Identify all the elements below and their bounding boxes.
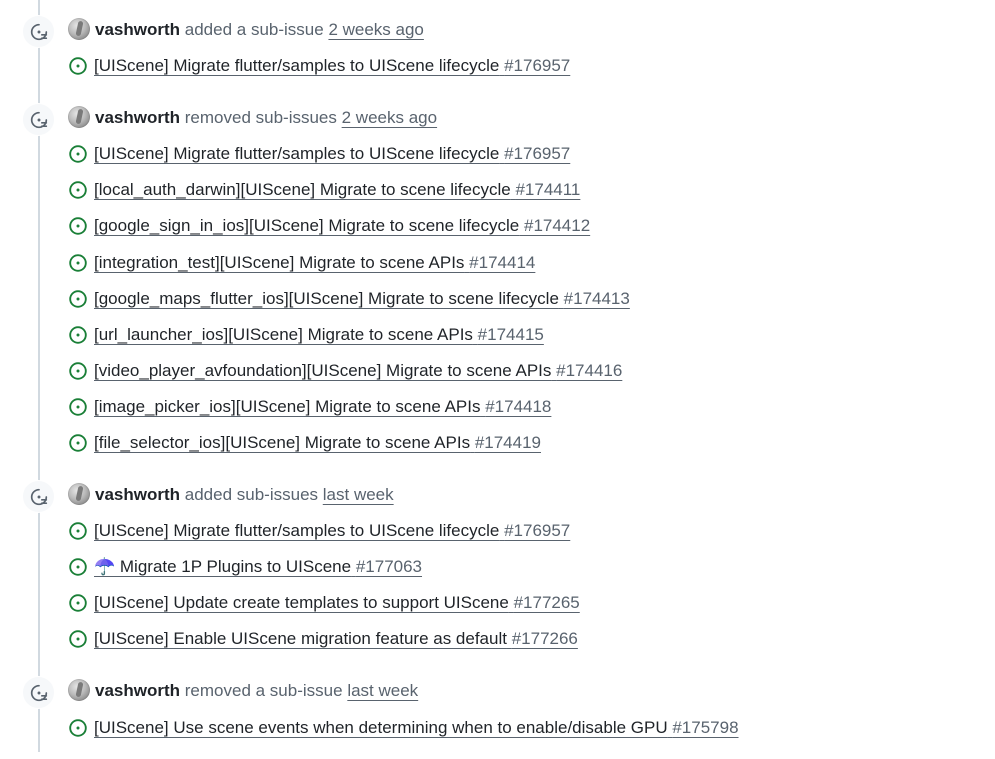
issue-title: [google_sign_in_ios][UIScene] Migrate to… <box>94 216 520 235</box>
issue-link[interactable]: [UIScene] Migrate flutter/samples to UIS… <box>94 56 570 76</box>
issue-opened-icon <box>69 290 87 308</box>
issue-link[interactable]: [UIScene] Use scene events when determin… <box>94 718 739 738</box>
issue-link[interactable]: [image_picker_ios][UIScene] Migrate to s… <box>94 397 551 417</box>
issue-title: [file_selector_ios][UIScene] Migrate to … <box>94 433 471 452</box>
issue-opened-icon <box>69 145 87 163</box>
issue-title: ☂️ Migrate 1P Plugins to UIScene <box>94 557 352 576</box>
author-link[interactable]: vashworth <box>95 485 180 504</box>
issue-opened-icon <box>69 398 87 416</box>
timestamp-link[interactable]: last week <box>323 485 394 504</box>
issue-title: [UIScene] Migrate flutter/samples to UIS… <box>94 56 500 75</box>
list-item: [UIScene] Update create templates to sup… <box>68 591 580 615</box>
issue-opened-icon <box>69 522 87 540</box>
issue-number: #174419 <box>474 433 541 452</box>
avatar[interactable] <box>68 106 90 128</box>
issue-link[interactable]: [video_player_avfoundation][UIScene] Mig… <box>94 361 622 381</box>
avatar[interactable] <box>68 18 90 40</box>
issue-title: [local_auth_darwin][UIScene] Migrate to … <box>94 180 511 199</box>
issue-number: #174415 <box>477 325 544 344</box>
issue-opened-icon <box>69 57 87 75</box>
issue-title: [google_maps_flutter_ios][UIScene] Migra… <box>94 289 559 308</box>
issue-title: [video_player_avfoundation][UIScene] Mig… <box>94 361 552 380</box>
issue-title: [UIScene] Update create templates to sup… <box>94 593 509 612</box>
issue-number: #176957 <box>504 144 571 163</box>
issue-title: [image_picker_ios][UIScene] Migrate to s… <box>94 397 481 416</box>
event-action: removed a sub-issue <box>184 681 343 700</box>
issue-title: [integration_test][UIScene] Migrate to s… <box>94 253 465 272</box>
issue-number: #174411 <box>515 180 581 199</box>
issue-number: #176957 <box>504 521 571 540</box>
issue-opened-icon <box>69 719 87 737</box>
event-header: vashworth added a sub-issue 2 weeks ago <box>95 18 424 42</box>
issue-opened-icon <box>69 558 87 576</box>
issue-link[interactable]: [url_launcher_ios][UIScene] Migrate to s… <box>94 325 544 345</box>
issue-number: #177266 <box>511 629 578 648</box>
list-item: [UIScene] Use scene events when determin… <box>68 716 739 740</box>
avatar[interactable] <box>68 679 90 701</box>
sub-issue-icon <box>22 480 55 513</box>
issue-title: [UIScene] Use scene events when determin… <box>94 718 668 737</box>
list-item: [google_maps_flutter_ios][UIScene] Migra… <box>68 287 630 311</box>
list-item: [UIScene] Migrate flutter/samples to UIS… <box>68 519 570 543</box>
issue-title: [url_launcher_ios][UIScene] Migrate to s… <box>94 325 473 344</box>
event-header: vashworth removed sub-issues 2 weeks ago <box>95 106 437 130</box>
issue-number: #177063 <box>355 557 423 576</box>
sub-issue-icon <box>22 103 55 136</box>
issue-title: [UIScene] Enable UIScene migration featu… <box>94 629 507 648</box>
issue-number: #174413 <box>563 289 630 308</box>
sub-issue-icon <box>22 676 55 709</box>
list-item: [UIScene] Enable UIScene migration featu… <box>68 627 578 651</box>
event-header: vashworth added sub-issues last week <box>95 483 394 507</box>
issue-link[interactable]: [UIScene] Migrate flutter/samples to UIS… <box>94 521 570 541</box>
event-header: vashworth removed a sub-issue last week <box>95 679 418 703</box>
issue-opened-icon <box>69 362 87 380</box>
list-item: [video_player_avfoundation][UIScene] Mig… <box>68 359 622 383</box>
timestamp-link[interactable]: 2 weeks ago <box>328 20 423 39</box>
list-item: [url_launcher_ios][UIScene] Migrate to s… <box>68 323 544 347</box>
author-link[interactable]: vashworth <box>95 20 180 39</box>
issue-opened-icon <box>69 181 87 199</box>
list-item: [local_auth_darwin][UIScene] Migrate to … <box>68 178 580 202</box>
list-item: ☂️ Migrate 1P Plugins to UIScene #177063 <box>68 555 422 579</box>
issue-number: #174416 <box>556 361 623 380</box>
list-item: [google_sign_in_ios][UIScene] Migrate to… <box>68 214 590 238</box>
issue-opened-icon <box>69 217 87 235</box>
author-link[interactable]: vashworth <box>95 108 180 127</box>
list-item: [image_picker_ios][UIScene] Migrate to s… <box>68 395 551 419</box>
issue-number: #174412 <box>523 216 591 235</box>
issue-opened-icon <box>69 326 87 344</box>
issue-link[interactable]: [local_auth_darwin][UIScene] Migrate to … <box>94 180 580 200</box>
issue-opened-icon <box>69 434 87 452</box>
issue-title: [UIScene] Migrate flutter/samples to UIS… <box>94 144 500 163</box>
issue-link[interactable]: [UIScene] Update create templates to sup… <box>94 593 580 613</box>
author-link[interactable]: vashworth <box>95 681 180 700</box>
sub-issue-icon <box>22 15 55 48</box>
issue-opened-icon <box>69 594 87 612</box>
timestamp-link[interactable]: 2 weeks ago <box>342 108 437 127</box>
issue-link[interactable]: [file_selector_ios][UIScene] Migrate to … <box>94 433 541 453</box>
issue-opened-icon <box>69 254 87 272</box>
event-action: removed sub-issues <box>184 108 337 127</box>
issue-link[interactable]: [integration_test][UIScene] Migrate to s… <box>94 253 535 273</box>
list-item: [UIScene] Migrate flutter/samples to UIS… <box>68 54 570 78</box>
issue-number: #174414 <box>469 253 536 272</box>
issue-link[interactable]: [google_sign_in_ios][UIScene] Migrate to… <box>94 216 590 236</box>
issue-number: #176957 <box>504 56 571 75</box>
list-item: [UIScene] Migrate flutter/samples to UIS… <box>68 142 570 166</box>
issue-link[interactable]: [google_maps_flutter_ios][UIScene] Migra… <box>94 289 630 309</box>
issue-link[interactable]: [UIScene] Enable UIScene migration featu… <box>94 629 578 649</box>
list-item: [integration_test][UIScene] Migrate to s… <box>68 251 535 275</box>
issue-opened-icon <box>69 630 87 648</box>
issue-number: #177265 <box>513 593 580 612</box>
issue-number: #175798 <box>672 718 739 737</box>
issue-title: [UIScene] Migrate flutter/samples to UIS… <box>94 521 500 540</box>
timestamp-link[interactable]: last week <box>347 681 418 700</box>
avatar[interactable] <box>68 483 90 505</box>
issue-link[interactable]: ☂️ Migrate 1P Plugins to UIScene #177063 <box>94 557 422 577</box>
event-action: added a sub-issue <box>184 20 324 39</box>
issue-number: #174418 <box>485 397 552 416</box>
list-item: [file_selector_ios][UIScene] Migrate to … <box>68 431 541 455</box>
issue-link[interactable]: [UIScene] Migrate flutter/samples to UIS… <box>94 144 570 164</box>
event-action: added sub-issues <box>184 485 319 504</box>
